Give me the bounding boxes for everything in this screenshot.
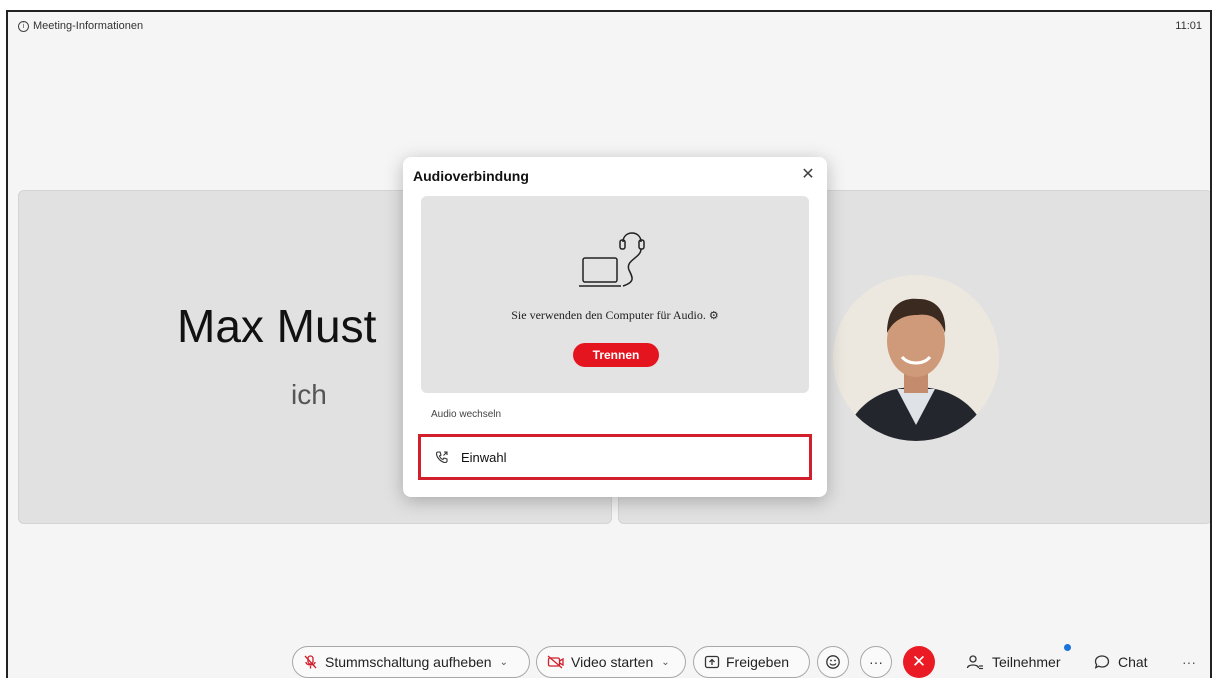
- dialog-title: Audioverbindung: [413, 168, 529, 184]
- phone-dialin-icon: [435, 451, 448, 464]
- audio-status-panel: Sie verwenden den Computer für Audio. ⚙ T…: [421, 196, 809, 393]
- chevron-down-icon[interactable]: ⌄: [500, 657, 508, 668]
- emoji-icon[interactable]: [817, 646, 849, 678]
- more-menu-label: ···: [1182, 654, 1196, 670]
- headset-laptop-icon: [579, 232, 645, 287]
- meeting-window: i Meeting-Informationen 11:01 Max Must i…: [6, 10, 1212, 678]
- mic-muted-icon: [304, 655, 317, 669]
- self-label: ich: [291, 379, 327, 410]
- video-label: Video starten: [571, 654, 654, 670]
- more-menu-button[interactable]: ···: [1182, 646, 1196, 678]
- dialin-option[interactable]: Einwahl: [418, 434, 812, 480]
- participants-button[interactable]: Teilnehmer: [966, 646, 1060, 678]
- share-icon: [704, 655, 720, 669]
- notification-dot: [1064, 644, 1071, 651]
- unmute-button[interactable]: Stummschaltung aufheben ⌄: [292, 646, 530, 678]
- audio-status-text: Sie verwenden den Computer für Audio. ⚙: [421, 308, 809, 323]
- clock: 11:01: [1175, 20, 1202, 32]
- more-options-button[interactable]: ···: [860, 646, 892, 678]
- participants-label: Teilnehmer: [992, 654, 1061, 670]
- meeting-toolbar: Stummschaltung aufheben ⌄ Video starten …: [8, 644, 1210, 678]
- chat-label: Chat: [1118, 654, 1148, 670]
- chevron-down-icon[interactable]: ⌄: [661, 657, 669, 668]
- chat-button[interactable]: Chat: [1094, 646, 1148, 678]
- info-icon: i: [18, 20, 29, 32]
- switch-audio-label: Audio wechseln: [431, 409, 502, 420]
- end-call-icon[interactable]: ✕: [903, 646, 935, 678]
- share-label: Freigeben: [726, 654, 790, 670]
- chat-icon: [1094, 655, 1110, 669]
- video-off-icon: [547, 655, 564, 669]
- close-icon[interactable]: ✕: [799, 166, 817, 184]
- start-video-button[interactable]: Video starten ⌄: [536, 646, 686, 678]
- gear-icon[interactable]: ⚙: [709, 310, 719, 322]
- meeting-info-label: Meeting-Informationen: [33, 20, 144, 32]
- participants-icon: [966, 655, 983, 670]
- disconnect-button[interactable]: Trennen: [573, 343, 659, 367]
- participant-avatar: [833, 275, 999, 441]
- share-button[interactable]: Freigeben: [693, 646, 810, 678]
- dialin-label: Einwahl: [461, 449, 507, 465]
- audio-connection-dialog: Audioverbindung ✕ Sie verwenden den Comp…: [403, 157, 827, 497]
- more-options-label: ···: [869, 654, 883, 670]
- unmute-label: Stummschaltung aufheben: [325, 654, 492, 670]
- self-name: Max Must: [177, 300, 377, 352]
- audio-status-label: Sie verwenden den Computer für Audio.: [511, 308, 706, 322]
- meeting-info-link[interactable]: i Meeting-Informationen: [18, 20, 143, 32]
